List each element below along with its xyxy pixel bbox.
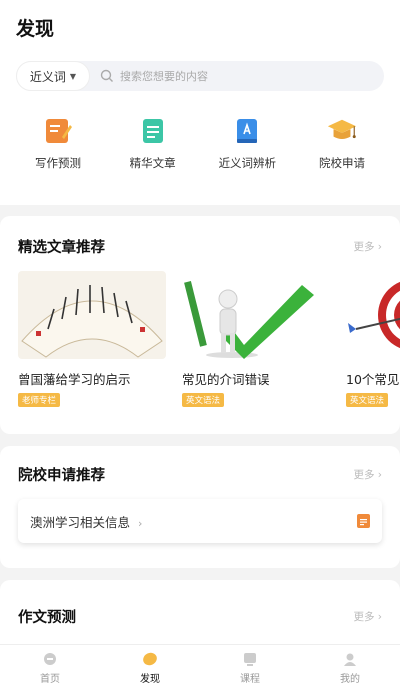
search-bar: 近义词 ▼: [16, 61, 384, 91]
quick-actions: 写作预测 精华文章 近义词辨析 院校申请: [16, 115, 384, 171]
more-link[interactable]: 更多 ›: [353, 239, 382, 254]
quick-label: 写作预测: [35, 156, 81, 170]
dictionary-icon: [231, 115, 263, 147]
home-icon: [42, 651, 58, 667]
graduation-cap-icon: [326, 115, 358, 147]
section-title: 院校申请推荐: [18, 468, 105, 484]
article-card[interactable]: 常见的介词错误 英文语法: [182, 271, 330, 407]
section-title: 作文预测: [18, 610, 76, 626]
quick-label: 精华文章: [129, 156, 176, 170]
tab-discover[interactable]: 发现: [110, 651, 190, 685]
course-icon: [242, 651, 258, 667]
article-card[interactable]: 10个常见的 英文语法: [346, 271, 400, 407]
tab-home[interactable]: 首页: [10, 651, 90, 685]
quick-label: 院校申请: [318, 156, 365, 170]
quick-featured-articles[interactable]: 精华文章: [113, 115, 193, 171]
tab-label: 首页: [40, 674, 60, 685]
pencil-note-icon: [42, 115, 74, 147]
article-card[interactable]: 曾国藩给学习的启示 老师专栏: [18, 271, 166, 407]
chevron-right-icon: ›: [138, 516, 143, 530]
caret-down-icon: ▼: [69, 71, 77, 81]
search-type-selector[interactable]: 近义词 ▼: [16, 61, 90, 91]
more-link[interactable]: 更多 ›: [353, 609, 382, 624]
tab-label: 课程: [240, 674, 260, 685]
section-title: 精选文章推荐: [18, 240, 105, 256]
school-recommend-card: 院校申请推荐 更多 › 澳洲学习相关信息 ›: [0, 446, 400, 568]
quick-school-apply[interactable]: 院校申请: [302, 115, 382, 171]
top-section: 发现 近义词 ▼ 写作预测: [0, 0, 400, 205]
profile-icon: [342, 651, 358, 667]
search-input[interactable]: [120, 69, 320, 83]
pencil-checkmark-image: [182, 271, 330, 359]
article-tag: 英文语法: [182, 393, 225, 407]
search-icon: [100, 69, 113, 82]
article-title: 常见的介词错误: [182, 372, 270, 387]
quick-synonym-analysis[interactable]: 近义词辨析: [207, 115, 287, 171]
search-type-label: 近义词: [29, 69, 66, 84]
bottom-tab-bar: 首页 发现 课程 我的: [0, 644, 400, 691]
article-carousel[interactable]: 曾国藩给学习的启示 老师专栏 常见的介词错误 英文语法 10个常见 英文语法: [0, 271, 400, 407]
quick-label: 近义词辨析: [218, 156, 277, 170]
target-dart-image: [346, 271, 400, 359]
more-link[interactable]: 更多 ›: [353, 467, 382, 482]
calligraphy-fan-image: [18, 271, 166, 359]
page-title: 发现: [16, 18, 55, 40]
article-tag: 英文语法: [346, 393, 389, 407]
article-title: 曾国藩给学习的启示: [18, 372, 131, 387]
tab-profile[interactable]: 我的: [310, 651, 390, 685]
article-icon: [137, 115, 169, 147]
discover-icon: [142, 651, 158, 667]
tab-course[interactable]: 课程: [210, 651, 290, 685]
quick-writing-predict[interactable]: 写作预测: [18, 115, 98, 171]
featured-articles-card: 精选文章推荐 更多 › 曾国藩给学习的启示 老师专栏 常见的介词错误 英文语法 …: [0, 216, 400, 434]
article-tag: 老师专栏: [18, 393, 61, 407]
document-icon: [357, 514, 370, 528]
article-title: 10个常见的: [346, 372, 400, 387]
school-info-label: 澳洲学习相关信息: [30, 514, 131, 530]
school-info-item[interactable]: 澳洲学习相关信息 ›: [18, 499, 382, 543]
tab-label: 我的: [340, 674, 360, 685]
tab-label: 发现: [140, 674, 160, 685]
